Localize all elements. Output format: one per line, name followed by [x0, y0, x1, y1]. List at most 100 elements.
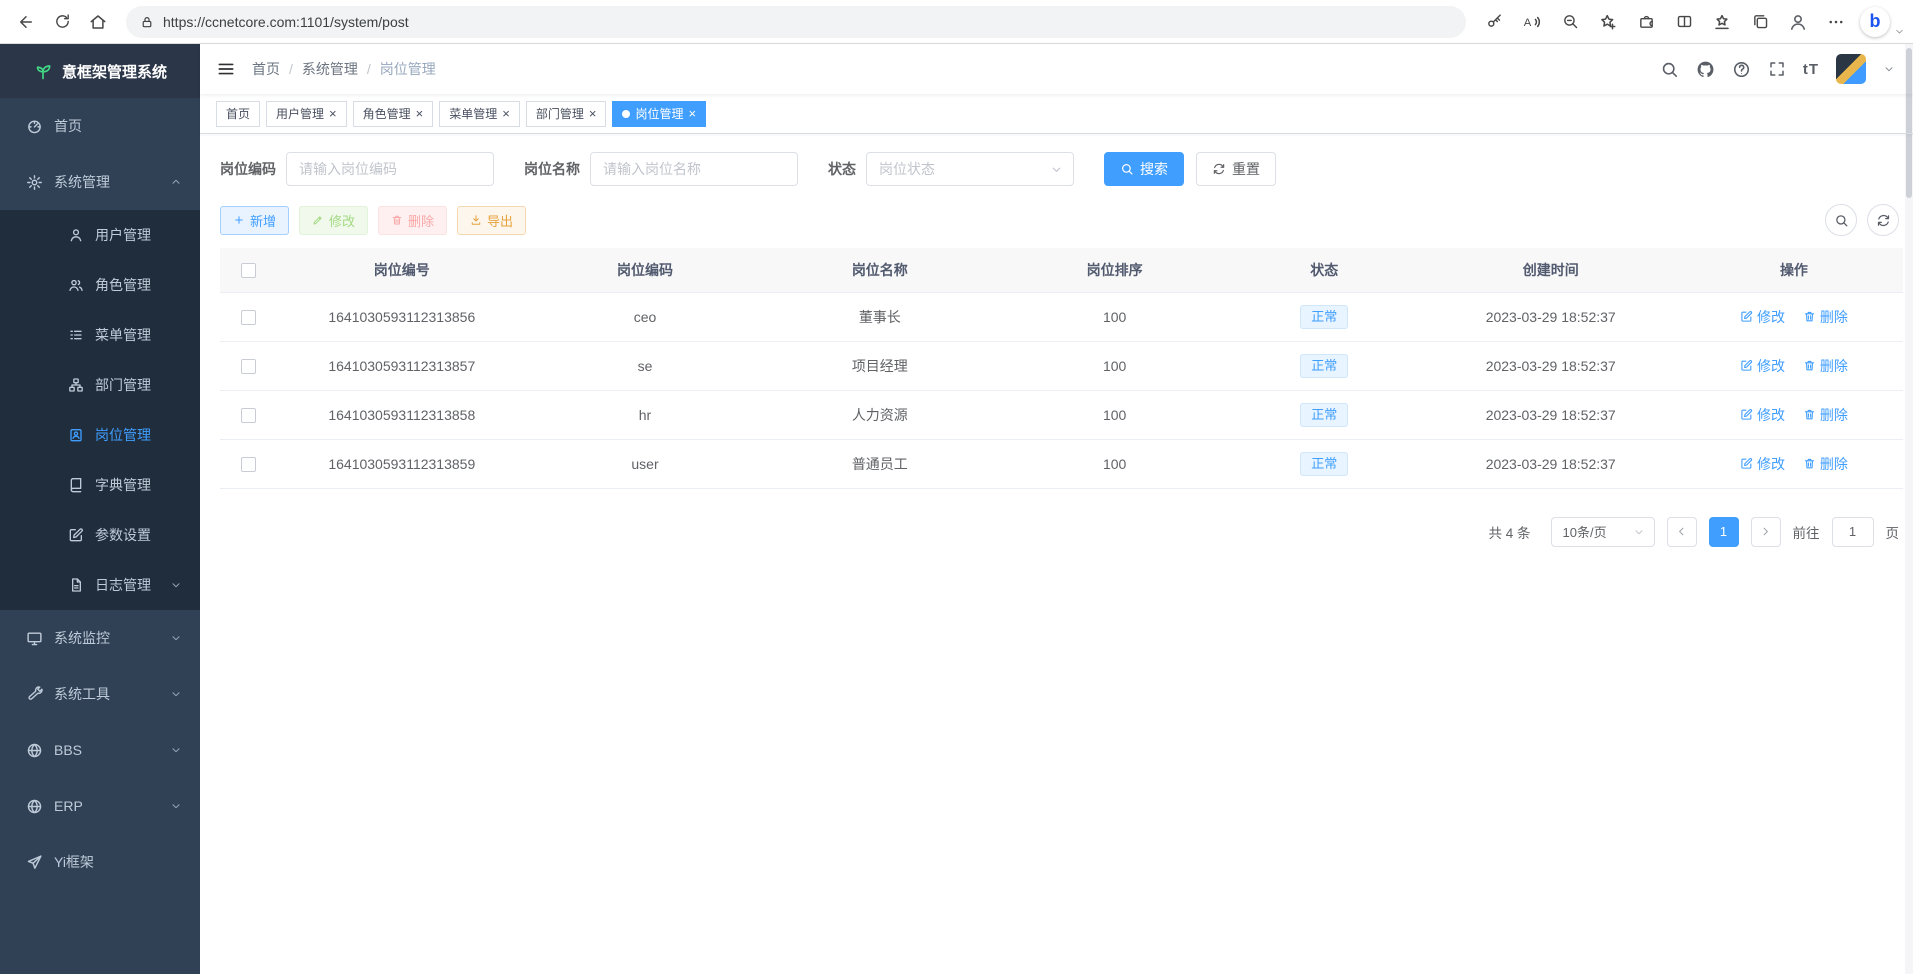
- tab-home[interactable]: 首页: [216, 101, 260, 127]
- password-button[interactable]: [1476, 5, 1512, 39]
- goto-page-input[interactable]: [1832, 517, 1874, 547]
- row-edit-link[interactable]: 修改: [1740, 356, 1785, 376]
- sidebar-item-log-management[interactable]: 日志管理: [0, 560, 200, 610]
- reset-button[interactable]: 重置: [1196, 152, 1276, 186]
- collapse-sidebar-button[interactable]: [216, 59, 236, 79]
- select-all-checkbox[interactable]: [241, 263, 256, 278]
- browser-profile-button[interactable]: [1780, 5, 1816, 39]
- refresh-table-button[interactable]: [1867, 204, 1899, 236]
- favorites-bar-button[interactable]: [1704, 5, 1740, 39]
- reset-button-label: 重置: [1232, 159, 1260, 179]
- tab-user-management[interactable]: 用户管理 ×: [266, 101, 347, 127]
- chevron-up-icon: [170, 176, 182, 188]
- sidebar-item-menu-management[interactable]: 菜单管理: [0, 310, 200, 360]
- tab-role-management[interactable]: 角色管理 ×: [353, 101, 434, 127]
- gear-icon: [26, 174, 43, 191]
- breadcrumb-current: 岗位管理: [380, 59, 436, 79]
- search-button[interactable]: 搜索: [1104, 152, 1184, 186]
- sidebar-item-erp[interactable]: ERP: [0, 778, 200, 834]
- sidebar-item-home[interactable]: 首页: [0, 98, 200, 154]
- page-scrollbar[interactable]: [1905, 44, 1913, 974]
- fullscreen-button[interactable]: [1768, 60, 1786, 78]
- sidebar-item-yi-framework[interactable]: Yi框架: [0, 834, 200, 890]
- breadcrumb-home[interactable]: 首页: [252, 59, 280, 79]
- header-search-button[interactable]: [1660, 60, 1679, 79]
- row-checkbox[interactable]: [241, 310, 256, 325]
- address-bar[interactable]: https://ccnetcore.com:1101/system/post: [126, 6, 1466, 38]
- post-code-input[interactable]: [286, 152, 494, 186]
- next-page-button[interactable]: [1751, 517, 1781, 547]
- edit-button[interactable]: 修改: [299, 206, 368, 235]
- row-delete-link[interactable]: 删除: [1803, 405, 1848, 425]
- extensions-button[interactable]: [1628, 5, 1664, 39]
- collections-button[interactable]: [1742, 5, 1778, 39]
- status-select[interactable]: 岗位状态: [866, 152, 1074, 186]
- row-delete-link[interactable]: 删除: [1803, 356, 1848, 376]
- chevron-down-icon[interactable]: [1883, 63, 1895, 75]
- split-screen-button[interactable]: [1666, 5, 1702, 39]
- sidebar-item-department-management[interactable]: 部门管理: [0, 360, 200, 410]
- browser-back-button[interactable]: [8, 5, 44, 39]
- sidebar-item-system-monitoring[interactable]: 系统监控: [0, 610, 200, 666]
- row-checkbox[interactable]: [241, 408, 256, 423]
- pagination: 共 4 条 10条/页 1 前往 页: [220, 517, 1903, 547]
- browser-menu-button[interactable]: [1818, 5, 1854, 39]
- row-edit-link[interactable]: 修改: [1740, 405, 1785, 425]
- row-edit-link[interactable]: 修改: [1740, 454, 1785, 474]
- row-checkbox[interactable]: [241, 359, 256, 374]
- font-size-button[interactable]: tT: [1803, 61, 1819, 78]
- row-delete-link[interactable]: 删除: [1803, 454, 1848, 474]
- page-size-select[interactable]: 10条/页: [1551, 517, 1655, 547]
- trash-icon: [1803, 408, 1816, 421]
- page-size-value: 10条/页: [1563, 522, 1607, 541]
- github-button[interactable]: [1696, 60, 1715, 79]
- read-aloud-button[interactable]: [1514, 5, 1550, 39]
- app-title: 意框架管理系统: [62, 61, 167, 82]
- pencil-icon: [312, 214, 324, 226]
- help-button[interactable]: [1732, 60, 1751, 79]
- filter-status: 状态 岗位状态: [828, 152, 1074, 186]
- post-name-input[interactable]: [590, 152, 798, 186]
- tab-menu-management[interactable]: 菜单管理 ×: [439, 101, 520, 127]
- tab-close-icon[interactable]: ×: [416, 107, 424, 120]
- table-row: 1641030593112313859 user 普通员工 100 正常 202…: [220, 439, 1903, 488]
- zoom-out-button[interactable]: [1552, 5, 1588, 39]
- bing-button[interactable]: b: [1860, 7, 1890, 37]
- cell-created: 2023-03-29 18:52:37: [1417, 292, 1685, 341]
- sidebar-item-system-management[interactable]: 系统管理: [0, 154, 200, 210]
- add-favorite-button[interactable]: [1590, 5, 1626, 39]
- breadcrumb-system[interactable]: 系统管理: [302, 59, 358, 79]
- sidebar-item-system-tools[interactable]: 系统工具: [0, 666, 200, 722]
- tab-department-management[interactable]: 部门管理 ×: [526, 101, 607, 127]
- breadcrumb: 首页 / 系统管理 / 岗位管理: [252, 59, 436, 79]
- tab-post-management[interactable]: 岗位管理 ×: [612, 101, 706, 127]
- row-checkbox[interactable]: [241, 457, 256, 472]
- current-page-button[interactable]: 1: [1709, 517, 1739, 547]
- row-delete-link[interactable]: 删除: [1803, 307, 1848, 327]
- user-avatar[interactable]: [1836, 54, 1866, 84]
- toggle-search-button[interactable]: [1825, 204, 1857, 236]
- browser-home-button[interactable]: [80, 5, 116, 39]
- sidebar-item-bbs[interactable]: BBS: [0, 722, 200, 778]
- cell-created: 2023-03-29 18:52:37: [1417, 439, 1685, 488]
- sidebar-item-parameter-settings[interactable]: 参数设置: [0, 510, 200, 560]
- chevron-down-icon: [170, 688, 182, 700]
- app-root: 意框架管理系统 首页 系统管理 用户管理: [0, 44, 1913, 974]
- sidebar-item-dictionary-management[interactable]: 字典管理: [0, 460, 200, 510]
- sidebar-item-role-management[interactable]: 角色管理: [0, 260, 200, 310]
- tab-close-icon[interactable]: ×: [329, 107, 337, 120]
- sidebar-item-user-management[interactable]: 用户管理: [0, 210, 200, 260]
- add-button[interactable]: 新增: [220, 206, 289, 235]
- browser-refresh-button[interactable]: [44, 5, 80, 39]
- tab-close-icon[interactable]: ×: [502, 107, 510, 120]
- export-button[interactable]: 导出: [457, 206, 526, 235]
- sidebar: 意框架管理系统 首页 系统管理 用户管理: [0, 44, 200, 974]
- cell-post-code: hr: [528, 390, 763, 439]
- tab-close-icon[interactable]: ×: [589, 107, 597, 120]
- sidebar-item-post-management[interactable]: 岗位管理: [0, 410, 200, 460]
- chevron-down-icon: [170, 632, 182, 644]
- prev-page-button[interactable]: [1667, 517, 1697, 547]
- row-edit-link[interactable]: 修改: [1740, 307, 1785, 327]
- tab-close-icon[interactable]: ×: [688, 107, 696, 120]
- delete-button[interactable]: 删除: [378, 206, 447, 235]
